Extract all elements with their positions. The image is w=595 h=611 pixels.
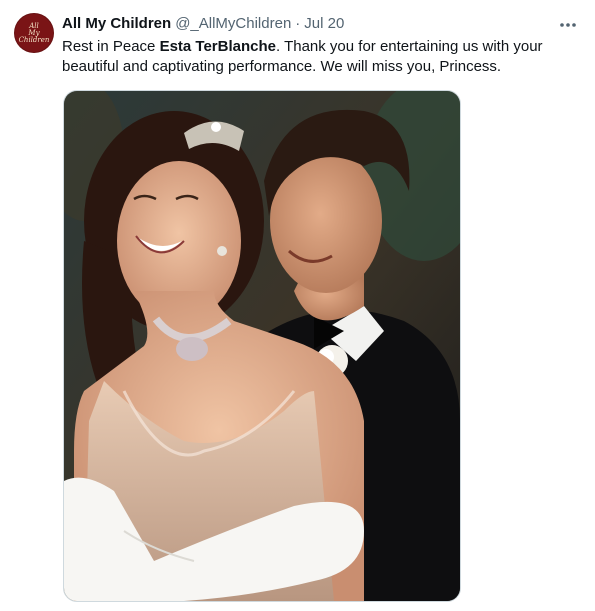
avatar[interactable]: All My Children [14, 13, 54, 53]
tweet[interactable]: All My Children All My Children @_AllMyC… [0, 0, 595, 611]
tweet-header: All My Children @_AllMyChildren · Jul 20 [62, 15, 344, 35]
author-handle[interactable]: @_AllMyChildren [175, 15, 291, 32]
tweet-photo[interactable] [63, 90, 461, 602]
tweet-text-part: Rest in Peace [62, 38, 160, 55]
separator-dot: · [295, 15, 301, 32]
more-options-button[interactable] [555, 12, 581, 38]
author-name[interactable]: All My Children [62, 15, 171, 32]
more-horizontal-icon [560, 23, 576, 27]
photo-image [64, 91, 460, 601]
tweet-text-bold-name: Esta TerBlanche [159, 38, 276, 55]
timestamp[interactable]: Jul 20 [304, 15, 344, 32]
avatar-logo-text: All My Children [18, 21, 50, 44]
tweet-text: Rest in Peace Esta TerBlanche. Thank you… [62, 37, 572, 77]
